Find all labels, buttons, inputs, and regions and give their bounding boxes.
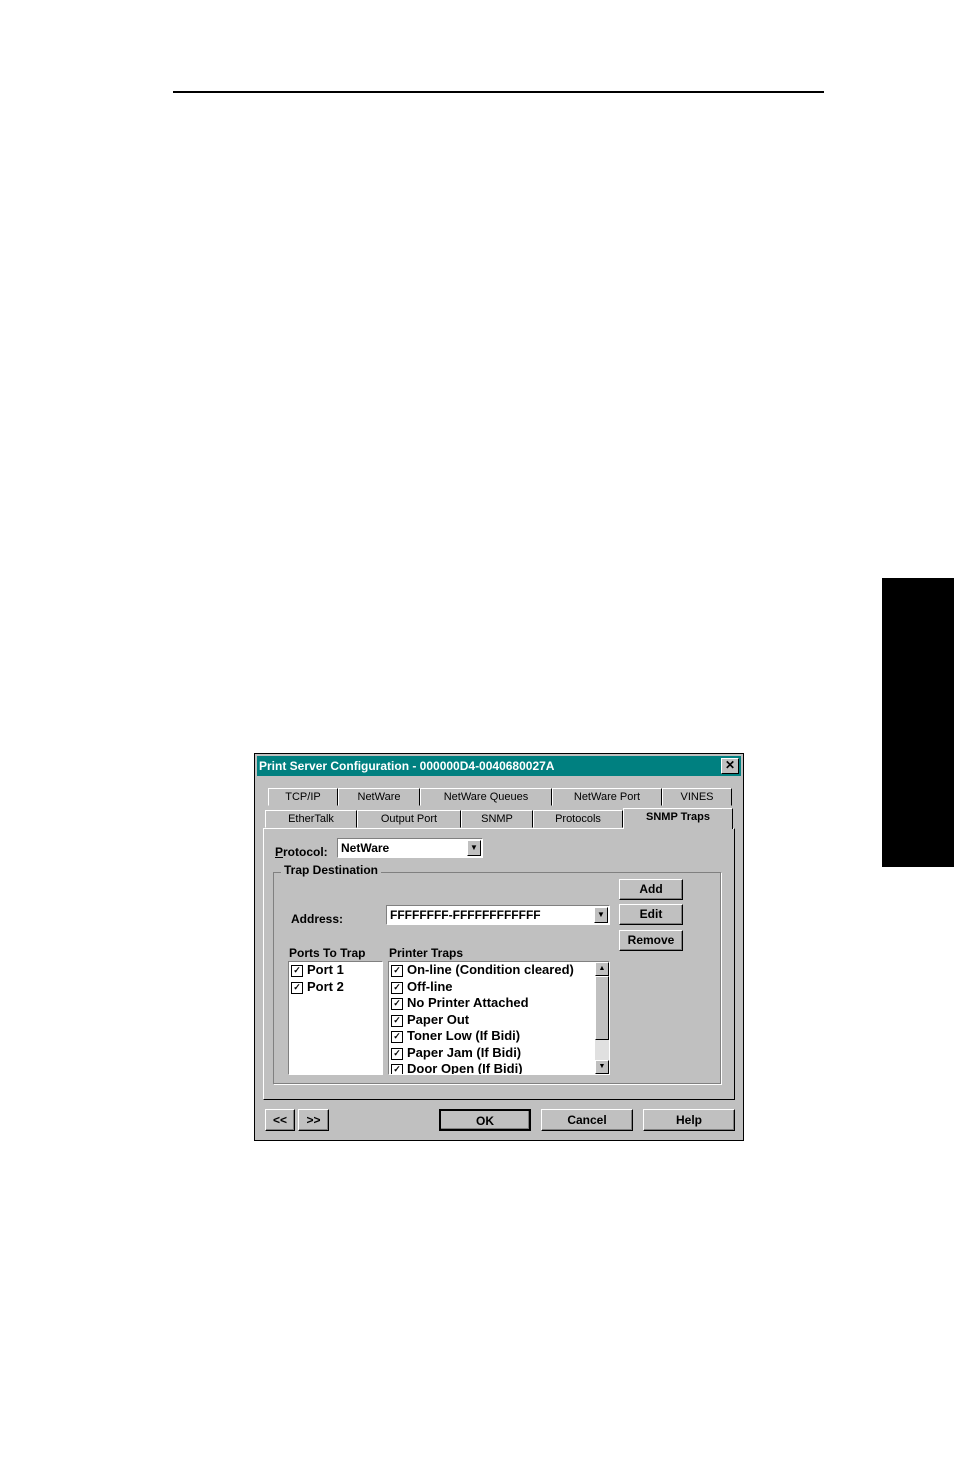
list-item[interactable]: ✓ Port 2 [289, 979, 382, 996]
ports-to-trap-list: ✓ Port 1 ✓ Port 2 [288, 961, 383, 1075]
tab-netware[interactable]: NetWare [338, 788, 420, 806]
scrollbar[interactable]: ▲ ▼ [595, 962, 609, 1074]
tab-tcpip[interactable]: TCP/IP [268, 788, 338, 806]
title-bar: Print Server Configuration - 000000D4-00… [257, 756, 741, 776]
scroll-down-icon[interactable]: ▼ [595, 1060, 609, 1074]
prev-button[interactable]: << [265, 1109, 295, 1131]
list-item[interactable]: ✓ On-line (Condition cleared) [389, 962, 609, 979]
print-server-config-dialog: Print Server Configuration - 000000D4-00… [254, 753, 744, 1141]
checkbox-icon[interactable]: ✓ [291, 965, 303, 977]
checkbox-icon[interactable]: ✓ [291, 981, 303, 994]
next-button[interactable]: >> [298, 1109, 329, 1131]
tab-netware-queues[interactable]: NetWare Queues [420, 788, 552, 806]
dropdown-arrow-icon[interactable]: ▼ [594, 907, 608, 923]
protocol-value: NetWare [341, 841, 390, 855]
cancel-button[interactable]: Cancel [541, 1109, 633, 1131]
list-item[interactable]: ✓ No Printer Attached [389, 995, 609, 1012]
scroll-up-icon[interactable]: ▲ [595, 962, 609, 976]
address-label: Address: [291, 912, 344, 926]
checkbox-icon[interactable]: ✓ [391, 998, 403, 1010]
list-item[interactable]: ✓ Port 1 [289, 962, 382, 979]
checkbox-icon[interactable]: ✓ [391, 1014, 403, 1027]
address-select[interactable]: FFFFFFFF-FFFFFFFFFFFF ▼ [386, 905, 610, 925]
close-icon[interactable]: ✕ [721, 758, 739, 774]
checkbox-icon[interactable]: ✓ [391, 1047, 403, 1060]
printer-traps-header: Printer Traps [389, 946, 464, 960]
ok-button[interactable]: OK [439, 1109, 531, 1131]
tab-netware-port[interactable]: NetWare Port [552, 788, 662, 806]
protocol-select[interactable]: NetWare ▼ [337, 838, 483, 858]
dialog-title: Print Server Configuration - 000000D4-00… [259, 759, 555, 773]
remove-button[interactable]: Remove [619, 930, 683, 951]
tab-vines[interactable]: VINES [662, 788, 732, 806]
list-item[interactable]: ✓ Paper Jam (If Bidi) [389, 1045, 609, 1062]
trap-destination-title: Trap Destination [281, 863, 382, 877]
scroll-thumb[interactable] [595, 976, 609, 1040]
tab-snmp-traps[interactable]: SNMP Traps [623, 808, 733, 829]
tab-snmp[interactable]: SNMP [461, 810, 533, 828]
checkbox-icon[interactable]: ✓ [391, 1064, 403, 1074]
list-item[interactable]: ✓ Off-line [389, 979, 609, 996]
checkbox-icon[interactable]: ✓ [391, 965, 403, 977]
tab-ethertalk[interactable]: EtherTalk [265, 810, 357, 828]
edit-button[interactable]: Edit [619, 904, 683, 925]
protocol-label: Protocol: [275, 845, 328, 859]
printer-traps-list: ✓ On-line (Condition cleared) ✓ Off-line ✓… [388, 961, 610, 1075]
list-item[interactable]: ✓ Toner Low (If Bidi) [389, 1028, 609, 1045]
address-value: FFFFFFFF-FFFFFFFFFFFF [390, 908, 541, 922]
add-button[interactable]: Add [619, 879, 683, 900]
help-button[interactable]: Help [643, 1109, 735, 1131]
checkbox-icon[interactable]: ✓ [391, 981, 403, 994]
ports-to-trap-header: Ports To Trap [289, 946, 366, 960]
side-thumb-tab [882, 578, 954, 867]
tab-protocols[interactable]: Protocols [533, 810, 623, 828]
checkbox-icon[interactable]: ✓ [391, 1031, 403, 1043]
list-item[interactable]: ✓ Door Open (If Bidi) [389, 1061, 609, 1074]
dropdown-arrow-icon[interactable]: ▼ [467, 840, 481, 856]
tab-output-port[interactable]: Output Port [357, 810, 461, 828]
header-rule [173, 91, 824, 93]
list-item[interactable]: ✓ Paper Out [389, 1012, 609, 1029]
